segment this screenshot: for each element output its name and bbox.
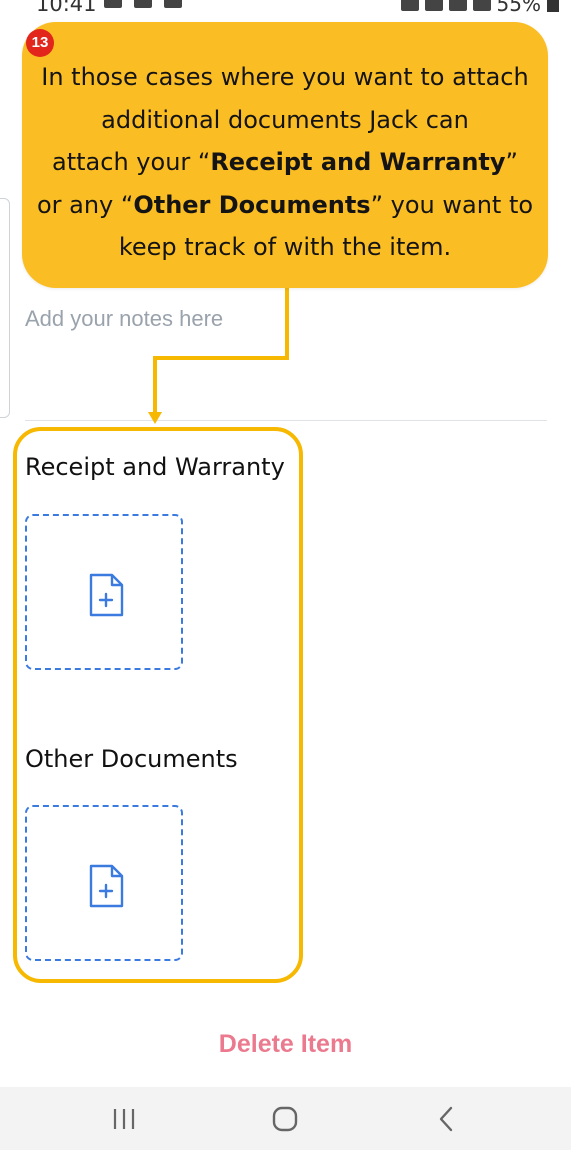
home-button[interactable] [245, 1087, 325, 1150]
callout-text: In those cases where you want to attach … [22, 56, 548, 269]
home-icon [272, 1106, 298, 1131]
documents-highlight [13, 427, 303, 983]
alarm-icon [400, 0, 419, 11]
battery-level: 55% [496, 0, 541, 16]
mute-icon [424, 0, 443, 11]
status-time: 10:41 [36, 0, 97, 16]
app-notification-icon [164, 0, 182, 8]
wifi-icon [448, 0, 467, 11]
back-button[interactable] [406, 1087, 486, 1150]
callout-line: In those cases where you want to attach [41, 63, 529, 91]
slack-notification-icon [134, 0, 152, 8]
signal-icon [472, 0, 491, 11]
notes-card[interactable] [0, 198, 10, 418]
callout-line: or any “Other Documents” you want to [36, 190, 534, 219]
notification-icons [104, 0, 182, 8]
notes-input[interactable]: Add your notes here [25, 306, 223, 332]
recent-apps-button[interactable] [84, 1087, 164, 1150]
system-nav-bar [0, 1087, 571, 1150]
arrow-head-icon [148, 412, 162, 424]
callout-line: additional documents Jack can [101, 105, 469, 134]
battery-icon [547, 0, 559, 12]
step-number-badge: 13 [26, 29, 54, 57]
callout-line: keep track of with the item. [118, 233, 452, 261]
system-icons: 55% [400, 0, 559, 16]
back-icon [439, 1106, 453, 1131]
divider [25, 420, 547, 421]
gallery-notification-icon [104, 0, 122, 8]
callout-line: attach your “Receipt and Warranty” [52, 148, 518, 176]
delete-item-button[interactable]: Delete Item [0, 1030, 571, 1059]
recent-apps-icon [113, 1108, 135, 1129]
status-bar: 10:41 55% [0, 0, 571, 18]
tutorial-callout: In those cases where you want to attach … [22, 22, 548, 288]
